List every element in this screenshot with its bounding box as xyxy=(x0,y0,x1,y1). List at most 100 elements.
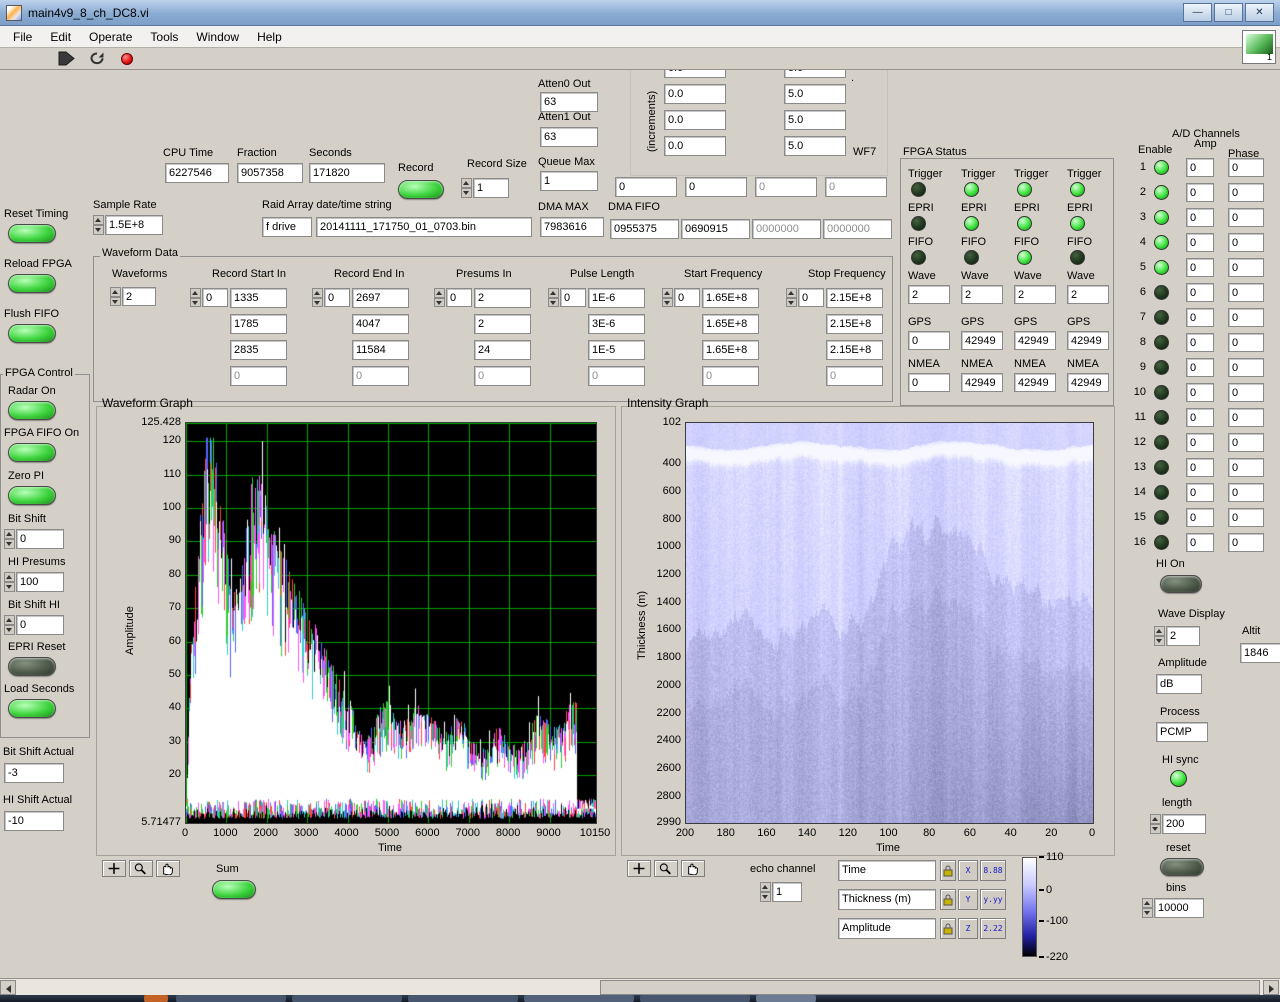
wfd-value-field[interactable]: 0 xyxy=(702,366,759,386)
ad-enable-led[interactable] xyxy=(1154,510,1169,525)
ad-enable-led[interactable] xyxy=(1154,310,1169,325)
intensity-plot[interactable] xyxy=(685,422,1094,824)
ad-enable-led[interactable] xyxy=(1154,235,1169,250)
wfd-value-field[interactable]: 11584 xyxy=(352,340,409,360)
wfd-index-stepper[interactable] xyxy=(434,288,445,307)
ad-phase-field[interactable]: 0 xyxy=(1228,533,1264,552)
wfd-index-field[interactable]: 0 xyxy=(446,288,472,307)
bins-stepper[interactable] xyxy=(1142,898,1153,918)
ad-phase-field[interactable]: 0 xyxy=(1228,208,1264,227)
ad-phase-field[interactable]: 0 xyxy=(1228,158,1264,177)
waveform-plot[interactable] xyxy=(185,422,597,824)
menu-file[interactable]: File xyxy=(4,27,41,47)
hi-presums-stepper[interactable] xyxy=(4,572,15,592)
wf-amplitude-field[interactable]: 5.0 xyxy=(784,70,846,78)
ad-phase-field[interactable]: 0 xyxy=(1228,233,1264,252)
ad-enable-led[interactable] xyxy=(1154,435,1169,450)
reset-button[interactable] xyxy=(1160,858,1204,876)
scrollbar-thumb[interactable] xyxy=(600,980,1260,995)
z-autoscale-button[interactable]: Z xyxy=(958,918,978,939)
ad-enable-led[interactable] xyxy=(1154,260,1169,275)
y-axis-name-field[interactable]: Thickness (m) xyxy=(838,889,936,910)
wfd-value-field[interactable]: 1E-5 xyxy=(588,340,645,360)
ad-amp-field[interactable]: 0 xyxy=(1186,158,1214,177)
run-button[interactable] xyxy=(56,50,78,68)
wf-amplitude-field[interactable]: 5.0 xyxy=(784,84,846,104)
ad-enable-led[interactable] xyxy=(1154,210,1169,225)
scroll-left-button[interactable] xyxy=(0,980,16,995)
wfd-index-stepper[interactable] xyxy=(786,288,797,307)
wfd-value-field[interactable]: 2697 xyxy=(352,288,409,308)
y-axis-lock-button[interactable] xyxy=(940,889,956,910)
wfd-value-field[interactable]: 1785 xyxy=(230,314,287,334)
zoom-tool-button[interactable] xyxy=(654,860,678,877)
ad-phase-field[interactable]: 0 xyxy=(1228,458,1264,477)
load-seconds-button[interactable] xyxy=(8,699,56,718)
ad-amp-field[interactable]: 0 xyxy=(1186,458,1214,477)
hi-on-button[interactable] xyxy=(1160,575,1202,593)
y-autoscale-button[interactable]: Y xyxy=(958,889,978,910)
echo-channel-field[interactable]: 1 xyxy=(772,882,802,902)
wfd-value-field[interactable]: 2.15E+8 xyxy=(826,340,883,360)
horizontal-scrollbar[interactable] xyxy=(0,978,1280,995)
flush-fifo-button[interactable] xyxy=(8,324,56,343)
sample-rate-field[interactable]: 1.5E+8 xyxy=(105,215,163,235)
record-size-field[interactable]: 1 xyxy=(473,178,509,198)
taskbar-button[interactable] xyxy=(524,995,634,1002)
length-stepper[interactable] xyxy=(1150,814,1161,834)
z-axis-lock-button[interactable] xyxy=(940,918,956,939)
ad-enable-led[interactable] xyxy=(1154,185,1169,200)
scroll-right-button[interactable] xyxy=(1263,980,1279,995)
ad-enable-led[interactable] xyxy=(1154,360,1169,375)
wave-display-stepper[interactable] xyxy=(1154,626,1165,646)
x-axis-name-field[interactable]: Time xyxy=(838,860,936,881)
ad-enable-led[interactable] xyxy=(1154,160,1169,175)
wfd-value-field[interactable]: 0 xyxy=(826,366,883,386)
ad-enable-led[interactable] xyxy=(1154,410,1169,425)
sample-rate-stepper[interactable] xyxy=(93,215,104,235)
ad-amp-field[interactable]: 0 xyxy=(1186,283,1214,302)
wfd-value-field[interactable]: 2 xyxy=(474,288,531,308)
ad-enable-led[interactable] xyxy=(1154,535,1169,550)
reload-fpga-button[interactable] xyxy=(8,274,56,293)
wfd-index-field[interactable]: 0 xyxy=(674,288,700,307)
bit-shift-stepper[interactable] xyxy=(4,529,15,549)
taskbar-button[interactable] xyxy=(640,995,750,1002)
x-autoscale-button[interactable]: X xyxy=(958,860,978,881)
wfd-index-field[interactable]: 0 xyxy=(202,288,228,307)
echo-channel-stepper[interactable] xyxy=(760,882,771,902)
bit-shift-hi-stepper[interactable] xyxy=(4,615,15,635)
process-field[interactable]: PCMP xyxy=(1156,722,1208,742)
wfd-value-field[interactable]: 2.15E+8 xyxy=(826,288,883,308)
ad-phase-field[interactable]: 0 xyxy=(1228,183,1264,202)
ad-phase-field[interactable]: 0 xyxy=(1228,383,1264,402)
ad-amp-field[interactable]: 0 xyxy=(1186,308,1214,327)
sum-button[interactable] xyxy=(212,880,256,899)
y-format-button[interactable]: y.yy xyxy=(980,889,1006,910)
cursor-tool-button[interactable] xyxy=(102,860,126,877)
abort-button[interactable] xyxy=(116,50,138,68)
ad-phase-field[interactable]: 0 xyxy=(1228,258,1264,277)
ad-amp-field[interactable]: 0 xyxy=(1186,208,1214,227)
ad-amp-field[interactable]: 0 xyxy=(1186,483,1214,502)
wfd-index-stepper[interactable] xyxy=(548,288,559,307)
record-button[interactable] xyxy=(398,180,444,199)
wfd-index-field[interactable]: 0 xyxy=(324,288,350,307)
wfd-index-stepper[interactable] xyxy=(662,288,673,307)
wfd-value-field[interactable]: 1.65E+8 xyxy=(702,288,759,308)
wave-display-field[interactable]: 2 xyxy=(1166,626,1200,646)
taskbar-icon[interactable] xyxy=(144,995,168,1002)
hi-presums-field[interactable]: 100 xyxy=(16,572,64,592)
wfd-value-field[interactable]: 24 xyxy=(474,340,531,360)
taskbar-button[interactable] xyxy=(292,995,402,1002)
wfd-value-field[interactable]: 2835 xyxy=(230,340,287,360)
wfd-value-field[interactable]: 2 xyxy=(474,314,531,334)
ad-amp-field[interactable]: 0 xyxy=(1186,433,1214,452)
length-field[interactable]: 200 xyxy=(1162,814,1206,834)
increment-field[interactable]: 0.0 xyxy=(664,136,726,156)
ad-enable-led[interactable] xyxy=(1154,285,1169,300)
increment-field[interactable]: 0.0 xyxy=(664,110,726,130)
wfd-value-field[interactable]: 2.15E+8 xyxy=(826,314,883,334)
pan-tool-button[interactable] xyxy=(681,860,705,877)
waveforms-stepper[interactable] xyxy=(110,287,121,306)
